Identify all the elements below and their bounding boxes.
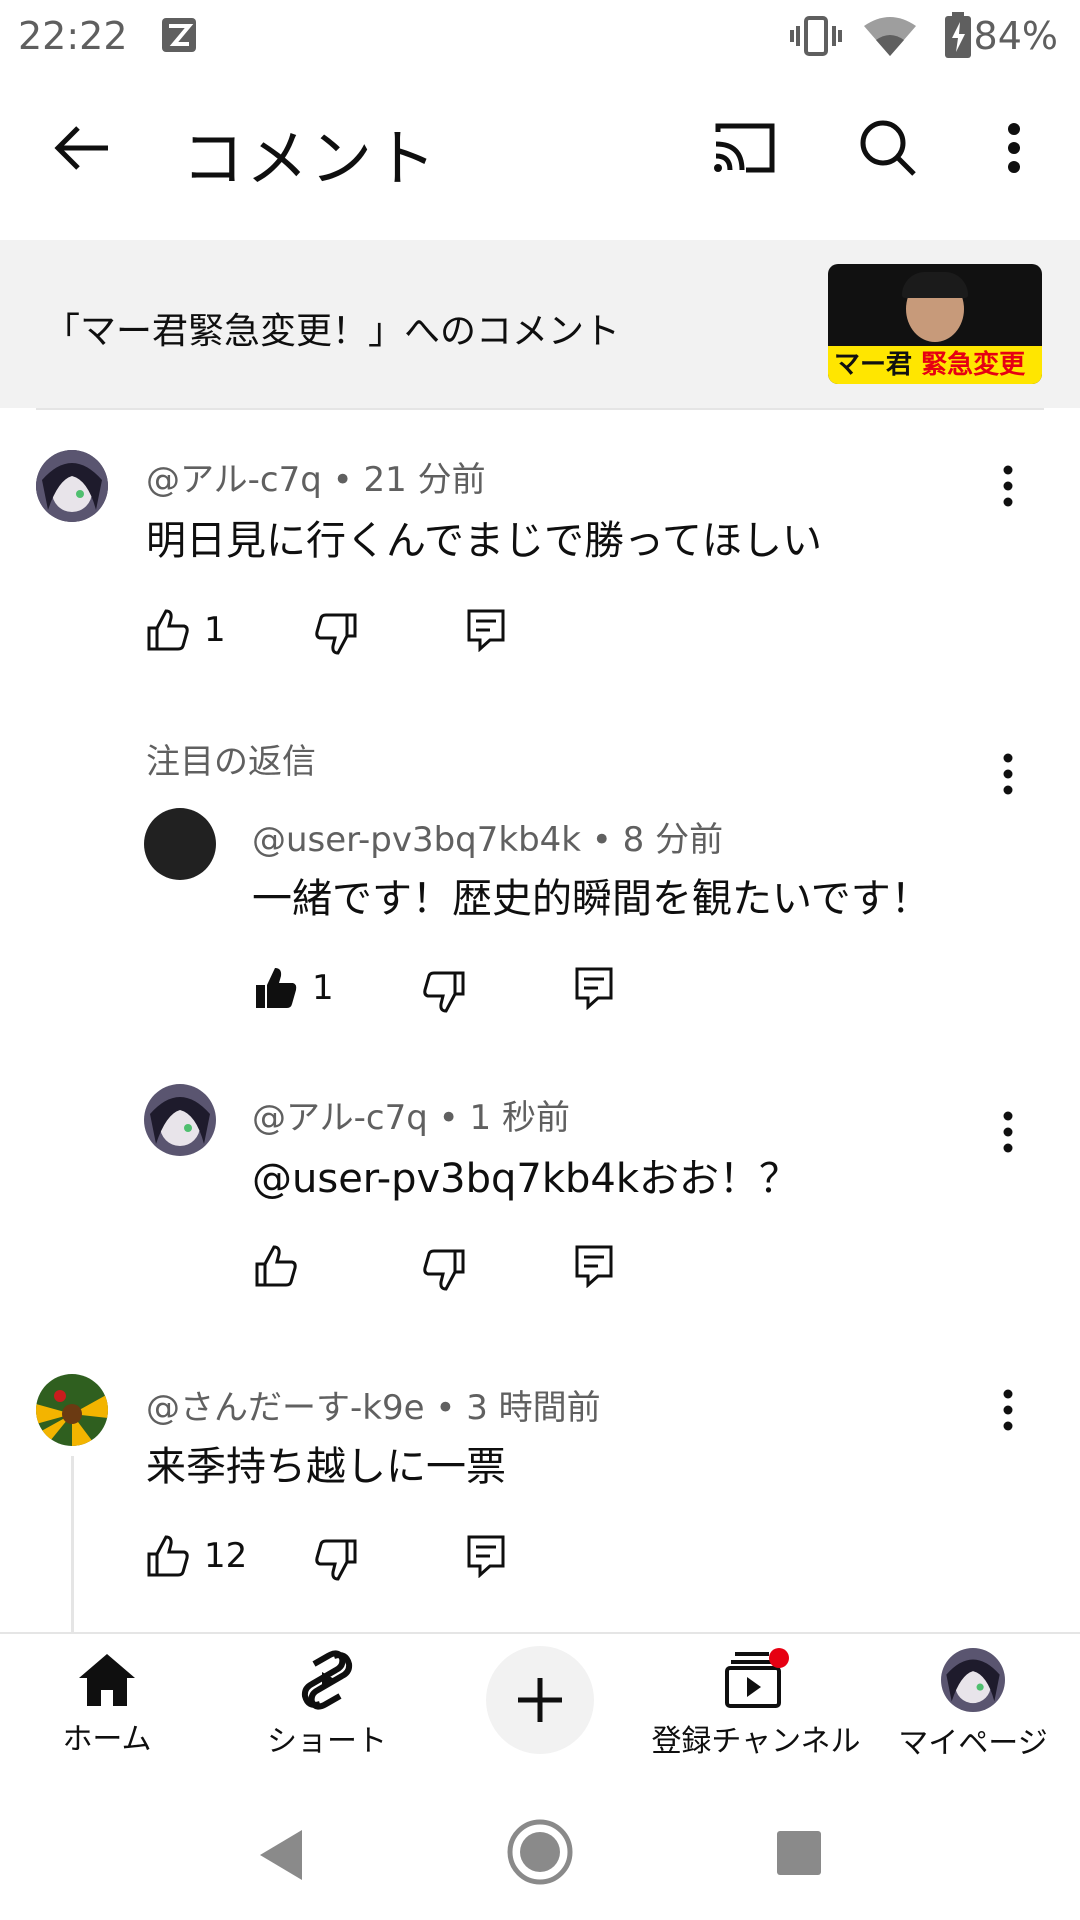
comment-time: 3 時間前	[466, 1388, 601, 1428]
battery-charging-icon	[945, 12, 971, 58]
reply-icon[interactable]	[466, 608, 506, 652]
thumb-down-icon[interactable]	[314, 1538, 358, 1582]
battery-percent: 84%	[973, 14, 1058, 58]
comment-more-icon[interactable]	[988, 1380, 1028, 1440]
app-bar: コメント	[0, 80, 1080, 210]
comment-text: 来季持ち越しに一票	[146, 1444, 506, 1490]
comment-time: 21 分前	[363, 460, 486, 500]
comment-time: 1 秒前	[469, 1098, 570, 1138]
system-home-icon[interactable]	[506, 1818, 574, 1886]
thumb-up-filled-icon	[256, 968, 297, 1008]
system-back-icon[interactable]	[256, 1828, 304, 1882]
plus-icon	[518, 1678, 562, 1722]
nav-mypage-label: マイページ	[898, 1726, 1048, 1761]
replies-more-icon[interactable]	[988, 744, 1028, 804]
thumb-down-icon[interactable]	[422, 970, 466, 1014]
nav-subscriptions-label: 登録チャンネル	[651, 1724, 861, 1759]
comment-author[interactable]: @アル-c7q	[146, 460, 322, 500]
avatar[interactable]	[36, 450, 108, 522]
status-bar: 22:22 84%	[0, 0, 1080, 80]
comment-author[interactable]: @user-pv3bq7kb4k	[252, 820, 581, 860]
reply-icon[interactable]	[574, 966, 614, 1010]
thumb-up-icon	[147, 609, 189, 651]
nav-home[interactable]: ホーム	[42, 1634, 172, 1758]
thread-line	[71, 1456, 74, 1632]
cast-button[interactable]	[706, 110, 782, 186]
comment-more-icon[interactable]	[988, 456, 1028, 516]
comments-video-title: 「マー君緊急変更！」へのコメント	[44, 311, 621, 352]
comment-text: 一緒です！歴史的瞬間を観たいです！	[252, 876, 931, 922]
cast-icon	[714, 123, 775, 173]
video-thumbnail[interactable]: マー君 緊急変更	[828, 264, 1042, 384]
status-time: 22:22	[18, 14, 128, 58]
comment-text: 明日見に行くんでまじで勝ってほしい	[146, 518, 822, 564]
thumbnail-text-1: マー君	[834, 350, 913, 380]
comment-time: 8 分前	[622, 820, 724, 860]
nav-subscriptions[interactable]: 登録チャンネル	[646, 1634, 866, 1760]
bottom-navigation: ホーム ショート 登録チャンネル マイページ	[0, 1632, 1080, 1774]
avatar-anime-icon	[144, 1084, 216, 1156]
meta-separator: •	[435, 1388, 456, 1428]
thumbnail-text-2: 緊急変更	[921, 350, 1026, 380]
meta-separator: •	[591, 820, 612, 860]
featured-replies-label: 注目の返信	[146, 742, 316, 782]
page-title: コメント	[182, 122, 439, 195]
avatar[interactable]	[36, 1374, 108, 1446]
avatar-anime-icon	[941, 1648, 1005, 1712]
like-count: 12	[204, 1536, 248, 1576]
system-navigation-bar	[0, 1772, 1080, 1920]
thumbnail-cap-image	[902, 272, 968, 298]
wifi-icon	[864, 17, 916, 56]
thumbnail-banner: マー君 緊急変更	[828, 346, 1042, 384]
system-recents-icon[interactable]	[776, 1830, 822, 1876]
avatar	[941, 1648, 1005, 1712]
nav-home-label: ホーム	[62, 1722, 152, 1757]
more-vert-icon	[1008, 123, 1020, 173]
like-count: 1	[204, 610, 226, 650]
create-button[interactable]	[486, 1646, 594, 1754]
avatar[interactable]	[144, 1084, 216, 1156]
reply-icon[interactable]	[574, 1244, 614, 1288]
comment-text: @user-pv3bq7kb4kおお！？	[252, 1156, 800, 1202]
reply-icon[interactable]	[466, 1534, 506, 1578]
home-icon	[79, 1654, 135, 1706]
nav-mypage[interactable]: マイページ	[888, 1634, 1058, 1762]
meta-separator: •	[332, 460, 353, 500]
comment-meta: @アル-c7q • 21 分前	[146, 452, 486, 501]
back-button[interactable]	[44, 110, 120, 186]
nav-shorts-label: ショート	[267, 1724, 387, 1759]
avatar[interactable]	[144, 808, 216, 880]
comment-more-icon[interactable]	[988, 1102, 1028, 1162]
meta-separator: •	[438, 1098, 459, 1138]
comment-author[interactable]: @さんだーす-k9e	[146, 1388, 425, 1428]
header-divider	[36, 408, 1044, 410]
thumb-up-icon	[147, 1535, 189, 1577]
subscriptions-icon	[725, 1648, 789, 1708]
like-count: 1	[312, 968, 334, 1008]
nav-shorts[interactable]: ショート	[252, 1634, 402, 1760]
thumb-up-icon	[255, 1245, 297, 1287]
shorts-icon	[301, 1650, 353, 1710]
avatar-flower-icon	[36, 1374, 108, 1446]
like-button[interactable]: 1	[254, 966, 334, 1010]
like-button[interactable]: 1	[146, 608, 226, 652]
comment-author[interactable]: @アル-c7q	[252, 1098, 428, 1138]
comment-meta: @さんだーす-k9e • 3 時間前	[146, 1380, 601, 1429]
like-button[interactable]	[254, 1244, 312, 1288]
comment-meta: @アル-c7q • 1 秒前	[252, 1090, 570, 1139]
comment-meta: @user-pv3bq7kb4k • 8 分前	[252, 812, 723, 861]
more-options-button[interactable]	[994, 110, 1034, 186]
notification-dot	[769, 1648, 789, 1668]
search-button[interactable]	[850, 110, 926, 186]
video-header[interactable]: 「マー君緊急変更！」へのコメント マー君 緊急変更	[0, 240, 1080, 408]
avatar-anime-icon	[36, 450, 108, 522]
thumb-down-icon[interactable]	[422, 1248, 466, 1292]
back-arrow-icon	[54, 126, 108, 170]
like-button[interactable]: 12	[146, 1534, 247, 1578]
vibrate-icon	[790, 16, 842, 56]
thumb-down-icon[interactable]	[314, 612, 358, 656]
app-notification-icon	[162, 18, 196, 52]
search-icon	[860, 120, 916, 176]
